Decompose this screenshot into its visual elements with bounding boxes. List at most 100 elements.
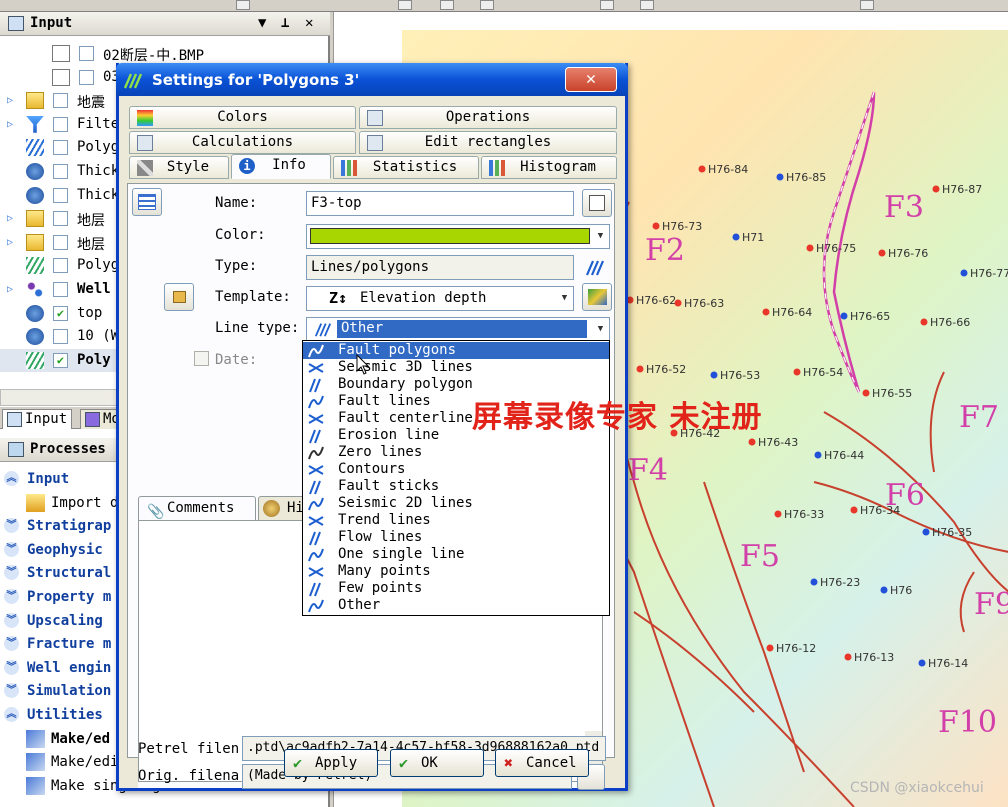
color-picker[interactable]: ▼ <box>306 224 610 249</box>
well-label: H76-53 <box>720 369 760 382</box>
expand-arrow-icon[interactable]: ▷ <box>7 95 13 106</box>
apply-button[interactable]: ✔ Apply <box>284 749 378 777</box>
chevron-up-icon[interactable]: ︽ <box>4 707 19 722</box>
toolbar-button-icon[interactable] <box>480 0 494 10</box>
tab-colors[interactable]: Colors <box>129 106 356 129</box>
tree-item-checkbox[interactable]: ✔ <box>53 352 68 368</box>
tab-edit-rectangles[interactable]: Edit rectangles <box>359 131 617 154</box>
well-marker <box>918 659 926 667</box>
tree-item-checkbox[interactable] <box>53 164 68 179</box>
tab-style[interactable]: Style <box>129 156 229 179</box>
toolbar-button-icon[interactable] <box>860 0 874 10</box>
chevron-down-icon[interactable]: ︾ <box>4 683 19 699</box>
tab-histogram[interactable]: Histogram <box>481 156 617 179</box>
check-icon: ✔ <box>399 754 409 772</box>
chevron-down-icon[interactable]: ︾ <box>4 541 19 557</box>
chevron-down-icon[interactable]: ︾ <box>4 518 19 534</box>
well-marker <box>878 249 886 257</box>
pane-menu-icon[interactable]: ▼ <box>258 15 266 31</box>
cancel-button[interactable]: ✖ Cancel <box>495 749 589 777</box>
dialog-titlebar[interactable]: Settings for 'Polygons 3' ✕ <box>116 63 628 96</box>
toolbar-button-icon[interactable] <box>440 0 454 10</box>
linetype-option[interactable]: Fault polygons <box>303 342 609 359</box>
tree-item-label: Thick <box>77 186 120 203</box>
tab-comments-label: Comments <box>167 500 235 516</box>
tree-item-label: 地层 <box>77 213 105 230</box>
process-item-icon <box>26 776 45 795</box>
tab-calculations[interactable]: Calculations <box>129 131 356 154</box>
process-item-icon <box>26 729 45 748</box>
expand-arrow-icon[interactable]: ▷ <box>7 213 13 224</box>
linetype-option[interactable]: Boundary polygon <box>303 376 609 393</box>
linetype-option[interactable]: Contours <box>303 461 609 478</box>
linetype-option[interactable]: One single line <box>303 546 609 563</box>
tab-comments[interactable]: 📎 Comments <box>138 496 256 520</box>
histogram-icon <box>489 160 505 176</box>
chevron-down-icon[interactable]: ︾ <box>4 565 19 581</box>
chevron-up-icon[interactable]: ︽ <box>4 471 19 486</box>
linetype-option[interactable]: Fault sticks <box>303 478 609 495</box>
tree-item-checkbox[interactable] <box>53 93 68 109</box>
tab-statistics[interactable]: Statistics <box>333 156 479 179</box>
linetype-option-label: Fault centerline <box>338 410 473 426</box>
linetype-option[interactable]: Trend lines <box>303 512 609 529</box>
linetype-option[interactable]: Seismic 2D lines <box>303 495 609 512</box>
chevron-down-icon[interactable]: ︾ <box>4 636 19 652</box>
tree-item-checkbox[interactable] <box>53 329 68 345</box>
linetype-option[interactable]: Flow lines <box>303 529 609 546</box>
depth-z-icon: Z↕ <box>329 289 348 307</box>
pane-close-icon[interactable]: ✕ <box>305 15 313 31</box>
well-label: H76-44 <box>824 449 864 462</box>
edit-name-button[interactable] <box>582 189 612 217</box>
template-dropdown[interactable]: Z↕ Elevation depth ▼ <box>306 286 574 311</box>
toolbar-button-icon[interactable] <box>398 0 412 10</box>
chevron-down-icon[interactable]: ︾ <box>4 612 19 628</box>
tree-item-checkbox[interactable] <box>53 282 68 297</box>
tree-item-checkbox[interactable] <box>53 140 68 156</box>
tree-item-checkbox[interactable] <box>53 187 68 203</box>
linetype-option[interactable]: Other <box>303 597 609 614</box>
tree-item-checkbox[interactable] <box>53 258 68 274</box>
linetype-option[interactable]: Few points <box>303 580 609 597</box>
linetype-option[interactable]: Many points <box>303 563 609 580</box>
tab-info[interactable]: i Info <box>231 154 331 179</box>
tree-item-checkbox[interactable] <box>79 69 94 85</box>
toolbar-button-icon[interactable] <box>600 0 614 10</box>
linetype-option-label: One single line <box>338 546 465 562</box>
linetype-option-icon <box>308 395 324 409</box>
processes-pane-title-text: Processes <box>30 441 106 457</box>
tree-item[interactable]: 02断层-中.BMP <box>0 42 330 65</box>
tree-item-checkbox[interactable] <box>53 234 68 250</box>
template-settings-button[interactable] <box>582 283 612 311</box>
spreadsheet-button[interactable] <box>132 188 162 216</box>
linetype-option-label: Erosion line <box>338 427 440 443</box>
lock-template-button[interactable] <box>164 283 194 311</box>
chevron-down-icon[interactable]: ︾ <box>4 659 19 675</box>
tab-input[interactable]: Input <box>2 409 73 429</box>
tree-item-checkbox[interactable] <box>53 211 68 227</box>
tree-item-checkbox[interactable] <box>79 46 94 61</box>
tab-operations[interactable]: Operations <box>359 106 617 129</box>
close-button[interactable]: ✕ <box>565 67 617 92</box>
well-label: H76-13 <box>854 651 894 664</box>
linetype-option[interactable]: Zero lines <box>303 444 609 461</box>
pane-pin-icon[interactable]: ⊥ <box>281 15 289 31</box>
expand-arrow-icon[interactable]: ▷ <box>7 284 13 295</box>
expand-arrow-icon[interactable]: ▷ <box>7 237 13 248</box>
linetype-option[interactable]: Seismic 3D lines <box>303 359 609 376</box>
toolbar-dropdown-icon[interactable] <box>236 0 250 10</box>
linetype-dropdown[interactable]: Other ▼ <box>306 317 610 342</box>
toolbar-button-icon[interactable] <box>640 0 654 10</box>
cancel-x-icon: ✖ <box>504 754 514 772</box>
ok-button[interactable]: ✔ OK <box>390 749 484 777</box>
linetype-option-label: Flow lines <box>338 529 423 545</box>
linetype-option-label: Seismic 2D lines <box>338 495 473 511</box>
expand-arrow-icon[interactable]: ▷ <box>7 119 13 130</box>
top-toolbar <box>0 0 1008 12</box>
tree-item-checkbox[interactable]: ✔ <box>53 305 68 321</box>
chevron-down-icon[interactable]: ︾ <box>4 589 19 604</box>
tree-item-checkbox[interactable] <box>53 116 68 132</box>
name-field[interactable]: F3-top <box>306 191 574 216</box>
input-pane-title-text: Input <box>30 15 73 31</box>
date-checkbox[interactable] <box>194 351 209 366</box>
